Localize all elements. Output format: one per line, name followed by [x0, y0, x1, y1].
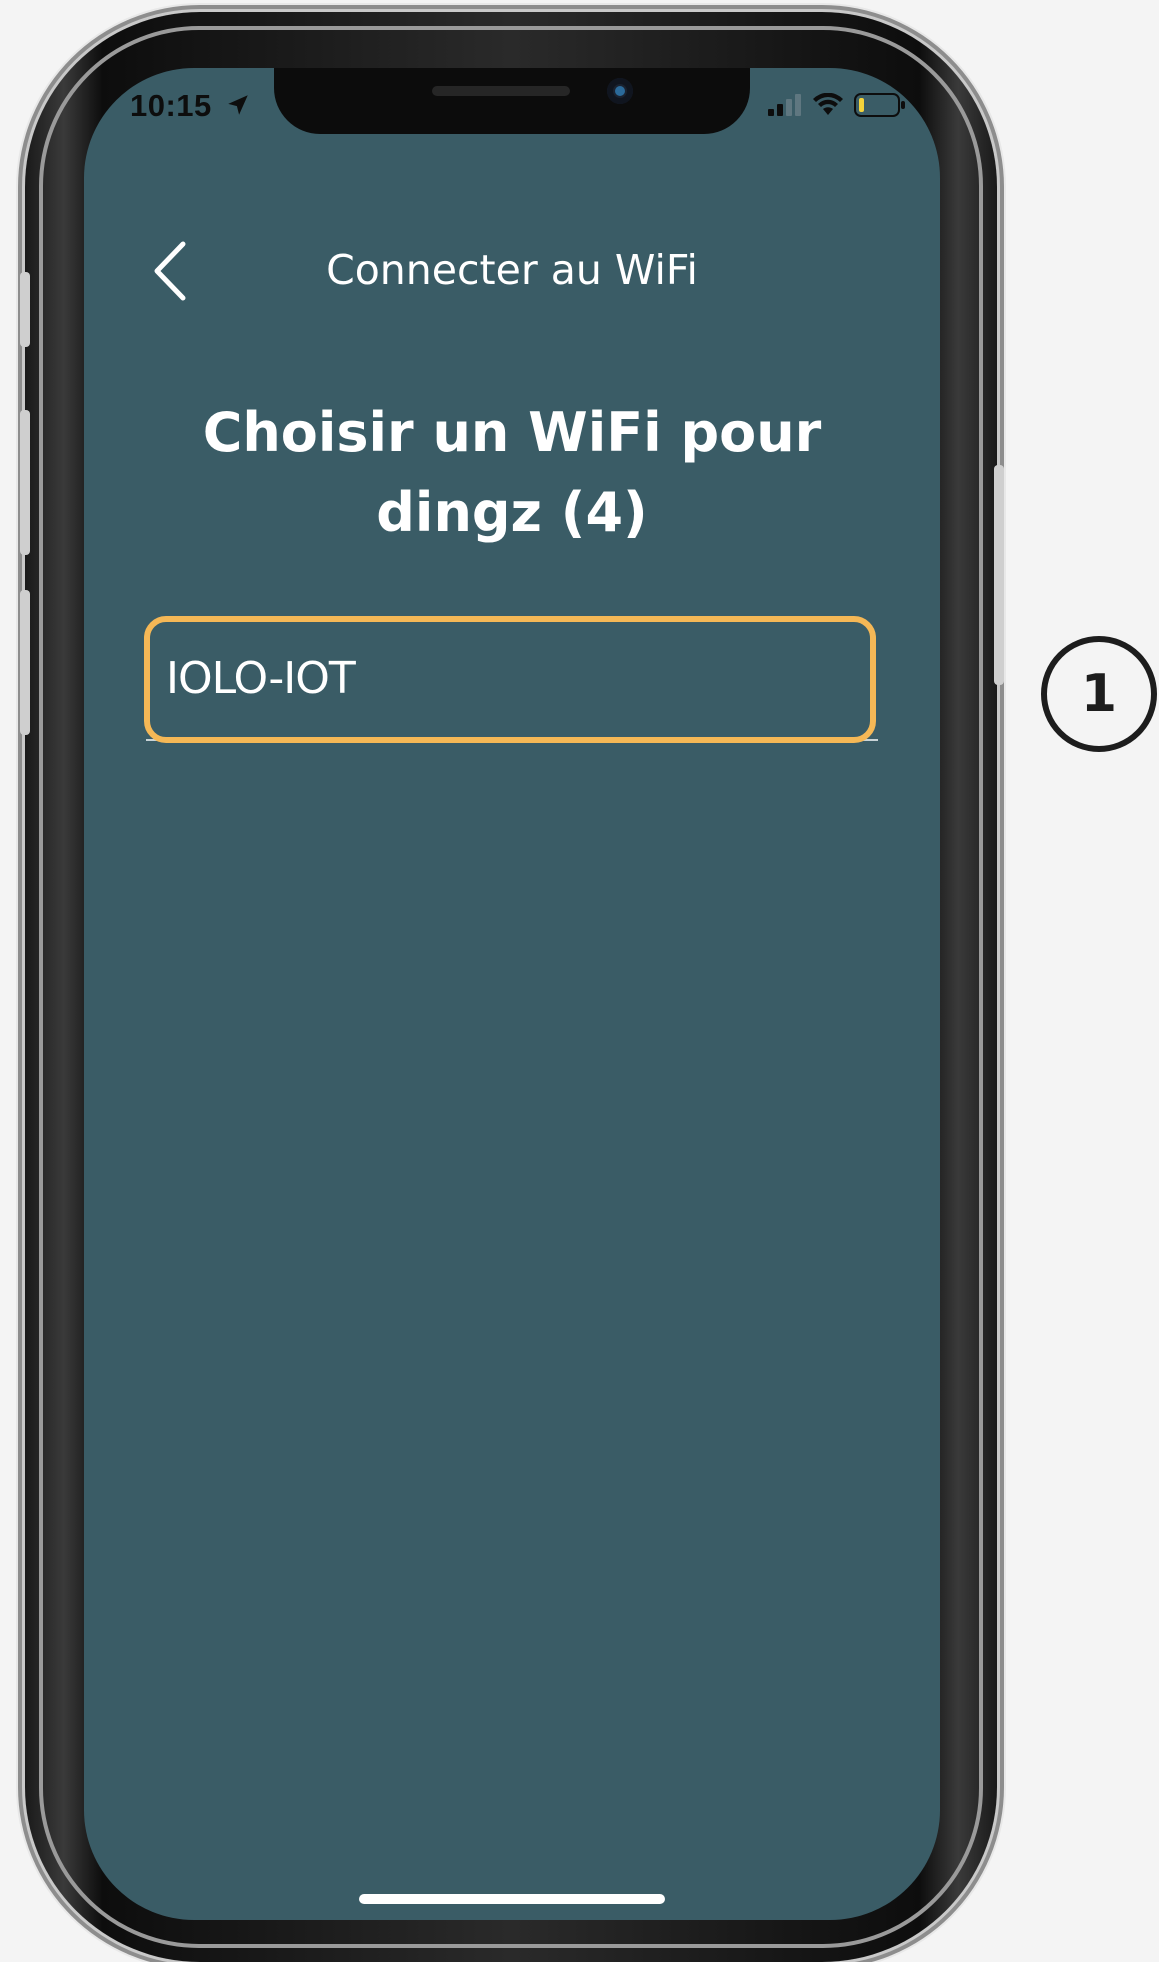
wifi-network-item[interactable]: IOLO-IOT	[144, 616, 878, 743]
earpiece-speaker	[432, 86, 570, 96]
status-time-text: 10:15	[130, 88, 212, 123]
cellular-signal-icon	[768, 94, 802, 120]
volume-up-button	[20, 410, 30, 555]
home-indicator[interactable]	[359, 1894, 665, 1904]
back-button[interactable]	[142, 238, 196, 308]
status-icons	[768, 92, 906, 122]
page-title: Connecter au WiFi	[326, 246, 698, 294]
wifi-icon	[812, 92, 844, 121]
canvas: 10:15 Connecter au WiFi Choisir un WiFi …	[0, 0, 1159, 1962]
notch	[274, 68, 750, 134]
wifi-network-name: IOLO-IOT	[166, 653, 356, 704]
power-button	[994, 465, 1004, 685]
phone-screen: 10:15 Connecter au WiFi Choisir un WiFi …	[84, 68, 940, 1920]
volume-down-button	[20, 590, 30, 735]
location-arrow-icon	[225, 90, 251, 126]
wifi-selection-heading: Choisir un WiFi pour dingz (4)	[202, 401, 822, 544]
step-number-badge: 1	[1041, 636, 1157, 752]
status-time: 10:15	[130, 88, 251, 126]
battery-low-icon	[854, 92, 906, 122]
wifi-network-list: IOLO-IOT	[144, 616, 878, 743]
front-camera	[607, 78, 633, 104]
mute-switch	[20, 272, 30, 347]
chevron-left-icon	[149, 240, 189, 306]
